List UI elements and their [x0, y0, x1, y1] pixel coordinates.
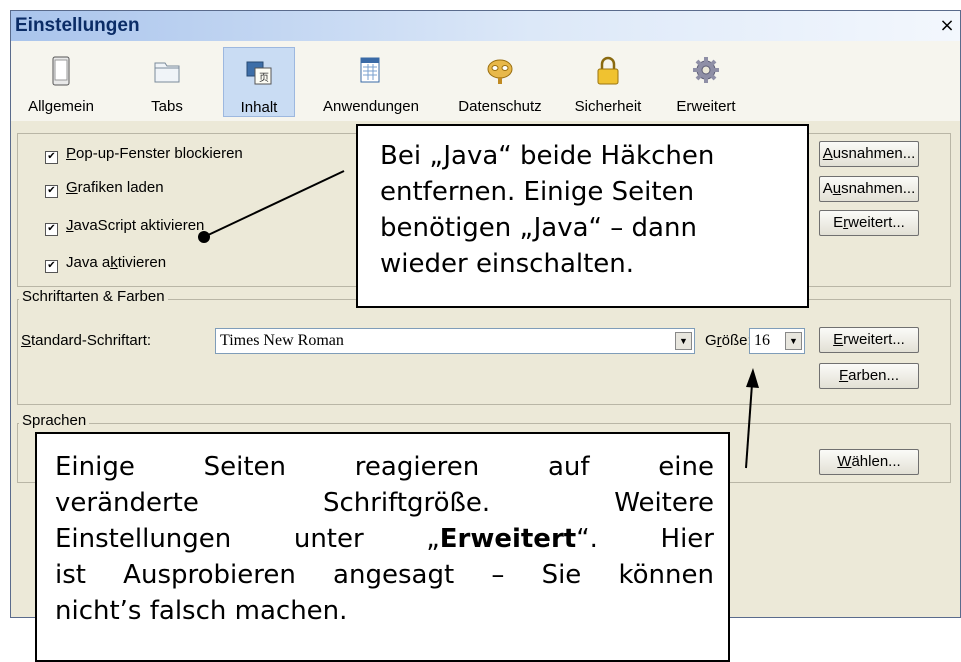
close-button[interactable]: × — [937, 16, 957, 36]
callout-line: benötigen „Java“ – dann — [380, 213, 697, 243]
tabs-folder-icon — [154, 62, 180, 83]
tab-sicherheit[interactable]: Sicherheit — [563, 47, 653, 117]
callout-line: Einstellungen unter „Erweitert“. Hier — [55, 524, 714, 554]
tab-label: Erweitert — [676, 98, 736, 115]
default-font-value: Times New Roman — [220, 332, 344, 349]
tab-inhalt[interactable]: 页 Inhalt — [223, 47, 295, 117]
gear-icon — [693, 57, 719, 83]
fonts-advanced-button[interactable]: Erweitert... — [819, 327, 919, 353]
tab-tabs[interactable]: Tabs — [139, 47, 195, 117]
svg-text:页: 页 — [259, 72, 269, 84]
callout-line: veränderte Schriftgröße. Weitere — [55, 488, 714, 518]
tab-label: Tabs — [151, 98, 183, 115]
callout-line: nicht’s falsch machen. — [55, 596, 348, 626]
padlock-icon — [597, 56, 619, 85]
tab-label: Allgemein — [28, 98, 94, 115]
chevron-down-icon[interactable]: ▼ — [785, 332, 802, 350]
load-images-checkbox[interactable]: ✔ Grafiken laden — [45, 179, 164, 198]
javascript-checkbox[interactable]: ✔ JavaScript aktivieren — [45, 217, 204, 236]
javascript-advanced-button[interactable]: Erweitert... — [819, 210, 919, 236]
default-font-select[interactable]: Times New Roman ▼ — [215, 328, 695, 354]
popup-block-checkbox[interactable]: ✔ Pop-up-Fenster blockieren — [45, 145, 243, 164]
callout-line: ist Ausprobieren angesagt – Sie können — [55, 560, 714, 590]
checkbox-box[interactable]: ✔ — [45, 260, 58, 273]
font-size-select[interactable]: 16 ▼ — [749, 328, 805, 354]
content-page-icon: 页 — [246, 61, 272, 85]
tab-label: Anwendungen — [323, 98, 419, 115]
tab-anwendungen[interactable]: Anwendungen — [306, 47, 436, 117]
callout-line: wieder einschalten. — [380, 249, 635, 279]
window-title: Einstellungen — [15, 15, 140, 36]
tab-label: Sicherheit — [574, 98, 642, 115]
phone-device-icon — [52, 56, 70, 86]
font-size-value: 16 — [754, 332, 770, 349]
tab-erweitert[interactable]: Erweitert — [665, 47, 747, 117]
default-font-label: Standard-Schriftart: — [21, 332, 152, 349]
fontsize-callout: Einige Seiten reagieren auf eine verände… — [35, 432, 730, 662]
colors-button[interactable]: Farben... — [819, 363, 919, 389]
images-exceptions-button[interactable]: Ausnahmen... — [819, 176, 919, 202]
callout-line: entfernen. Einige Seiten — [380, 177, 695, 207]
choose-language-button[interactable]: Wählen... — [819, 449, 919, 475]
checkbox-box[interactable]: ✔ — [45, 151, 58, 164]
applications-icon — [360, 57, 380, 83]
checkbox-box[interactable]: ✔ — [45, 223, 58, 236]
callout-line: Bei „Java“ beide Häkchen — [380, 141, 715, 171]
font-size-label: Größe: — [705, 332, 752, 349]
languages-group-label: Sprachen — [19, 412, 90, 429]
java-checkbox[interactable]: ✔ Java aktivieren — [45, 254, 166, 273]
tab-label: Datenschutz — [458, 98, 542, 115]
settings-toolbar: Allgemein Tabs 页 Inhalt Anwendungen Date… — [11, 41, 960, 121]
tab-label: Inhalt — [240, 99, 278, 116]
mask-icon — [487, 59, 513, 84]
chevron-down-icon[interactable]: ▼ — [675, 332, 692, 350]
tab-datenschutz[interactable]: Datenschutz — [445, 47, 555, 117]
callout-line: Einige Seiten reagieren auf eine — [55, 452, 714, 482]
checkbox-box[interactable]: ✔ — [45, 185, 58, 198]
java-callout: Bei „Java“ beide Häkchen entfernen. Eini… — [356, 124, 809, 308]
popup-exceptions-button[interactable]: Ausnahmen... — [819, 141, 919, 167]
tab-allgemein[interactable]: Allgemein — [13, 47, 109, 117]
fonts-group-label: Schriftarten & Farben — [19, 288, 168, 305]
title-bar: Einstellungen × — [11, 11, 960, 41]
